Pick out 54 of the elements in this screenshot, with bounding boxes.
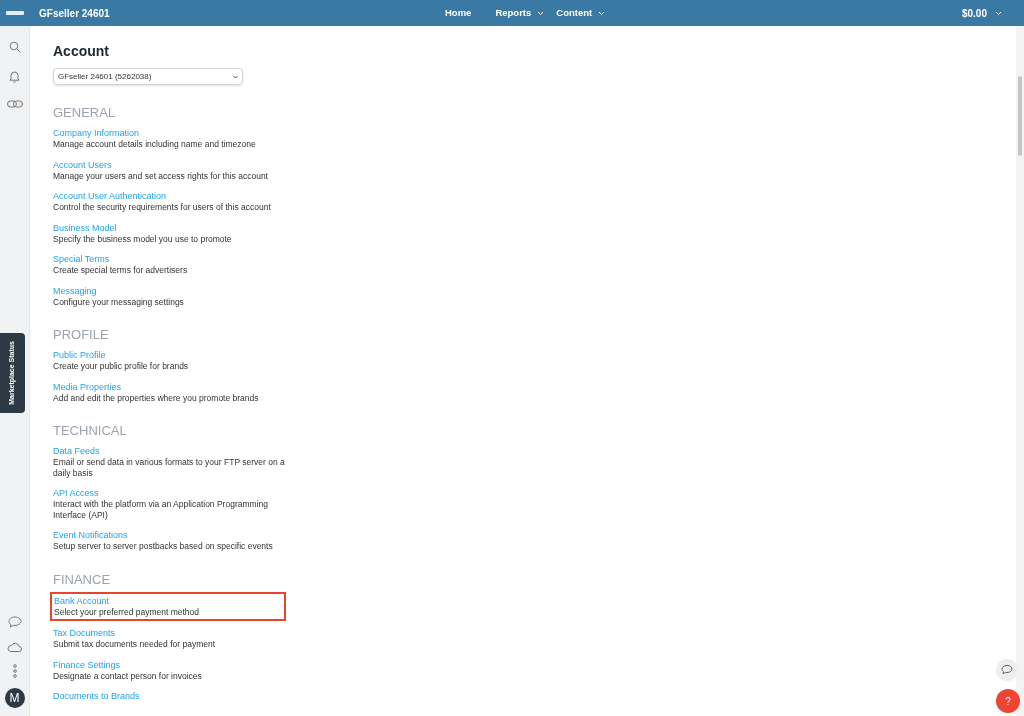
link-description: Setup server to server postbacks based on specific events [53, 541, 274, 552]
link-description: Specify the business model you use to promote [53, 233, 233, 244]
caret-icon[interactable] [995, 10, 1002, 16]
settings-link[interactable]: Business Model [53, 222, 117, 234]
caret-icon[interactable] [598, 10, 606, 16]
settings-link[interactable]: Bank Account [54, 595, 110, 607]
settings-link[interactable]: Company Information [53, 128, 140, 139]
search-icon[interactable] [8, 41, 21, 53]
section-heading: PROFILE [53, 327, 110, 342]
balance[interactable]: $0.00 [961, 5, 987, 21]
link-description: Add and edit the properties where you promote brands [53, 392, 260, 403]
link-description: Email or send data in various formats to your FTP server on a daily basis [53, 457, 286, 478]
settings-link[interactable]: Account User Authentication [53, 191, 167, 202]
chat-icon[interactable] [996, 659, 1018, 681]
cloud-icon[interactable] [7, 642, 22, 652]
help-button[interactable]: ? [996, 689, 1020, 713]
settings-link[interactable]: Messaging [53, 285, 97, 297]
link-description: Designate a contact person for invoices [53, 670, 203, 681]
more-icon[interactable] [12, 664, 17, 678]
settings-link[interactable]: Account Users [53, 159, 112, 171]
link-description: Submit tax documents needed for payment [53, 639, 217, 650]
link-description: Manage your users and set access rights for this account [53, 170, 269, 181]
settings-link[interactable]: Public Profile [53, 350, 106, 361]
account-select[interactable]: GFseller 24601 (5262038) [53, 68, 243, 85]
link-description: Interact with the platform via an Application Programming Interface (API) [53, 499, 269, 520]
settings-link[interactable]: Media Properties [53, 381, 122, 393]
nav-link[interactable]: Home [445, 5, 472, 21]
link-description: Create your public profile for brands [53, 361, 190, 372]
scrollbar[interactable] [1016, 26, 1024, 716]
nav-link[interactable]: Content [556, 5, 593, 21]
settings-link[interactable]: Event Notifications [53, 530, 128, 541]
settings-link[interactable]: Data Feeds [53, 446, 100, 457]
avatar[interactable]: M [4, 688, 25, 708]
page-title: Account [53, 43, 110, 59]
link-description: Control the security requirements for users of this account [53, 202, 272, 213]
chat-icon[interactable] [7, 616, 22, 628]
link-description: Configure your messaging settings [53, 296, 185, 307]
settings-link[interactable]: API Access [53, 488, 99, 499]
section-heading: TECHNICAL [53, 423, 128, 438]
caret-icon[interactable] [537, 10, 545, 16]
settings-link[interactable]: Special Terms [53, 254, 110, 265]
link-description: Create special terms for advertisers [53, 265, 189, 276]
settings-link[interactable]: Documents to Brands [53, 691, 140, 702]
nav-link[interactable]: Reports [495, 5, 532, 21]
caret-icon [233, 74, 238, 79]
account-name: GFseller 24601 [39, 6, 110, 21]
bell-icon[interactable] [9, 70, 20, 83]
link-description: Select your preferred payment method [54, 606, 201, 617]
link-description: Manage account details including name and timezone [53, 139, 257, 150]
settings-link[interactable]: Tax Documents [53, 628, 116, 639]
section-heading: FINANCE [53, 571, 112, 587]
section-heading: GENERAL [53, 105, 117, 120]
link-icon[interactable] [6, 100, 23, 108]
settings-link[interactable]: Finance Settings [53, 659, 121, 671]
